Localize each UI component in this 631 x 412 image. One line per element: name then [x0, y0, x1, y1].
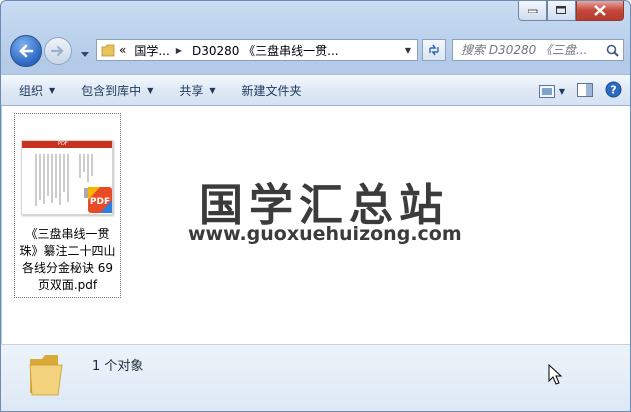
file-item-pdf[interactable]: PDF PDF 《三盘串线一贯 珠》纂注二十四山 各线分金秘诀 69 页双面.p… [14, 113, 121, 298]
pdf-thumbnail: PDF PDF [21, 140, 113, 215]
maximize-icon [556, 6, 566, 14]
file-name: 《三盘串线一贯 珠》纂注二十四山 各线分金秘诀 69 页双面.pdf [15, 226, 120, 294]
chevron-down-icon: ▼ [209, 85, 216, 95]
item-count: 1 个对象 [92, 359, 144, 374]
address-history-dropdown[interactable]: ▼ [405, 46, 411, 55]
forward-arrow-icon [51, 45, 64, 57]
new-folder-button[interactable]: 新建文件夹 [242, 82, 302, 99]
chevron-down-icon: ▼ [49, 85, 56, 95]
thumbnail-header-text: PDF [58, 141, 68, 147]
pdf-badge-label: PDF [90, 197, 110, 207]
chevron-down-icon: ▼ [147, 85, 154, 95]
minimize-icon [527, 9, 537, 13]
recent-pages-dropdown[interactable] [81, 46, 89, 60]
command-bar: 组织 ▼ 包含到库中 ▼ 共享 ▼ 新建文件夹 ▼ ? [1, 74, 630, 106]
help-icon: ? [605, 81, 622, 98]
preview-pane-icon [577, 82, 593, 97]
details-pane: 1 个对象 [1, 344, 630, 411]
forward-button[interactable] [44, 37, 72, 65]
search-box[interactable] [452, 39, 624, 61]
search-input[interactable] [459, 42, 603, 58]
view-icon [538, 84, 555, 98]
maximize-button[interactable] [547, 1, 576, 21]
organize-label: 组织 [19, 83, 44, 98]
file-list-pane[interactable]: PDF PDF 《三盘串线一贯 珠》纂注二十四山 各线分金秘诀 69 页双面.p… [2, 106, 630, 344]
file-name-line: 《三盘串线一贯 [25, 227, 110, 241]
file-name-line: 珠》纂注二十四山 [19, 244, 116, 258]
refresh-icon [429, 44, 439, 56]
address-overflow[interactable]: « [119, 43, 126, 57]
minimize-button[interactable] [518, 1, 547, 21]
breadcrumb-guoxue[interactable]: 国学... [134, 42, 169, 59]
back-button[interactable] [10, 35, 42, 67]
breadcrumb-separator-icon[interactable]: ▶ [176, 46, 182, 55]
new-folder-label: 新建文件夹 [241, 83, 302, 98]
chevron-down-icon: ▼ [558, 86, 565, 96]
share-label: 共享 [179, 83, 204, 98]
view-controls: ▼ ? [527, 81, 622, 101]
file-name-line: 各线分金秘诀 69 [21, 261, 114, 275]
mouse-cursor-icon [548, 364, 562, 385]
refresh-button[interactable] [422, 39, 446, 61]
help-button[interactable]: ? [605, 81, 622, 101]
explorer-window: « 国学... ▶ D30280 《三盘串线一贯... ▼ 组织 ▼ 包含到库中 ▼… [0, 0, 631, 412]
svg-text:?: ? [610, 84, 616, 97]
address-bar[interactable]: « 国学... ▶ D30280 《三盘串线一贯... ▼ [96, 39, 418, 61]
navigation-bar: « 国学... ▶ D30280 《三盘串线一贯... ▼ [1, 32, 630, 68]
include-in-library-menu[interactable]: 包含到库中 ▼ [81, 82, 153, 99]
file-name-line: 页双面.pdf [37, 278, 98, 292]
change-view-button[interactable]: ▼ [538, 84, 565, 98]
folder-icon [29, 355, 63, 396]
pdf-badge-icon: PDF [88, 187, 112, 213]
folder-icon [101, 44, 115, 56]
close-button[interactable] [576, 1, 624, 21]
include-library-label: 包含到库中 [81, 83, 142, 98]
chevron-down-icon [81, 52, 89, 57]
preview-pane-button[interactable] [577, 82, 593, 100]
breadcrumb-current-folder[interactable]: D30280 《三盘串线一贯... [192, 42, 339, 59]
caption-buttons [518, 1, 624, 21]
search-icon[interactable] [606, 44, 619, 57]
watermark-url: www.guoxuehuizong.com [188, 223, 462, 245]
back-arrow-icon [19, 44, 34, 58]
organize-menu[interactable]: 组织 ▼ [19, 82, 55, 99]
close-icon [594, 5, 606, 16]
share-menu[interactable]: 共享 ▼ [179, 82, 215, 99]
